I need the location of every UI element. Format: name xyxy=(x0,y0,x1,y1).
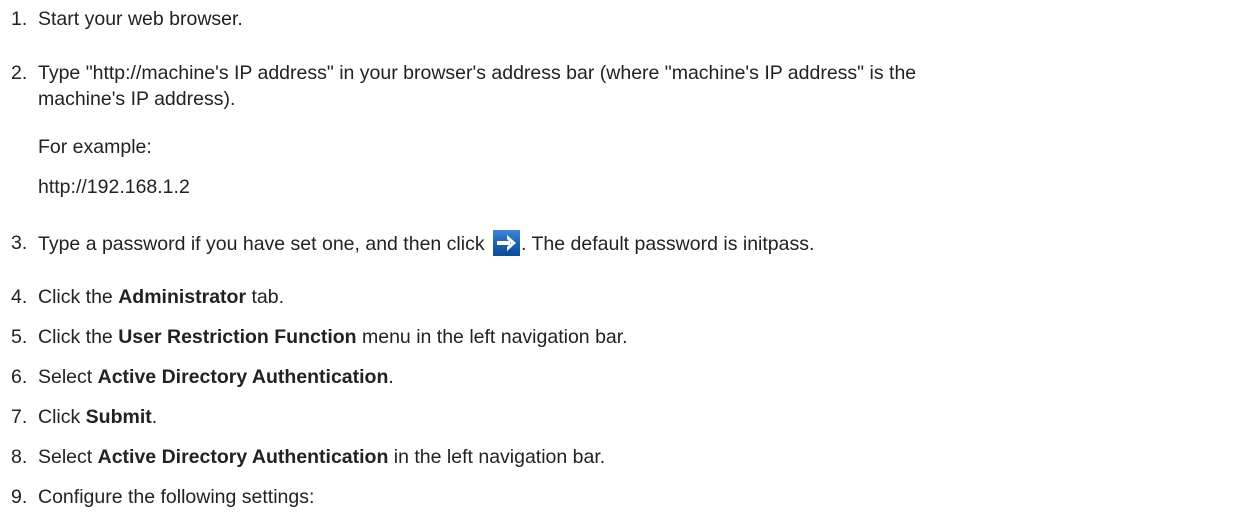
step-text-before-icon: Type a password if you have set one, and… xyxy=(38,233,491,255)
step-text-line-1: Type "http://machine's IP address" in yo… xyxy=(38,62,917,84)
step-text: Click the User Restriction Function menu… xyxy=(38,324,628,350)
step-text: Select Active Directory Authentication. xyxy=(38,364,394,390)
step-number: 8. xyxy=(11,446,28,468)
step-number: 7. xyxy=(11,406,28,428)
step-number: 5. xyxy=(11,326,28,348)
step-text: Click the Administrator tab. xyxy=(38,284,284,310)
example-url: http://192.168.1.2 xyxy=(38,176,190,198)
step-text: Select Active Directory Authentication i… xyxy=(38,444,605,470)
step-text-post: tab. xyxy=(246,286,285,308)
ui-term-active-directory-authentication: Active Directory Authentication xyxy=(97,366,389,388)
step-number: 3. xyxy=(11,232,28,254)
arrow-right-icon xyxy=(493,230,521,256)
example-label: For example: xyxy=(38,136,152,158)
step-text: Configure the following settings: xyxy=(38,486,315,508)
step-text-post: menu in the left navigation bar. xyxy=(356,326,628,348)
ui-term-administrator: Administrator xyxy=(118,286,247,308)
step-text-pre: Click the xyxy=(38,286,119,308)
ui-term-user-restriction-function: User Restriction Function xyxy=(118,326,357,348)
step-text-pre: Click the xyxy=(38,326,119,348)
ui-term-submit: Submit xyxy=(85,406,152,428)
step-number: 2. xyxy=(11,62,28,84)
step-text-pre: Select xyxy=(38,446,98,468)
step-number: 6. xyxy=(11,366,28,388)
step-text-after-icon: . The default password is initpass. xyxy=(521,233,815,255)
step-text-post: . xyxy=(388,366,394,388)
step-text: Type a password if you have set one, and… xyxy=(38,230,814,257)
ui-term-active-directory-authentication: Active Directory Authentication xyxy=(97,446,389,468)
step-text-pre: Select xyxy=(38,366,98,388)
step-text: Start your web browser. xyxy=(38,8,243,30)
step-number: 1. xyxy=(11,8,28,30)
step-2-continuation: machine's IP address). xyxy=(38,88,236,110)
step-text-pre: Click xyxy=(38,406,86,428)
step-number: 4. xyxy=(11,286,28,308)
step-text-post: . xyxy=(151,406,158,428)
step-text-post: in the left navigation bar. xyxy=(388,446,606,468)
step-text: Click Submit. xyxy=(38,404,157,430)
step-number: 9. xyxy=(11,486,28,508)
